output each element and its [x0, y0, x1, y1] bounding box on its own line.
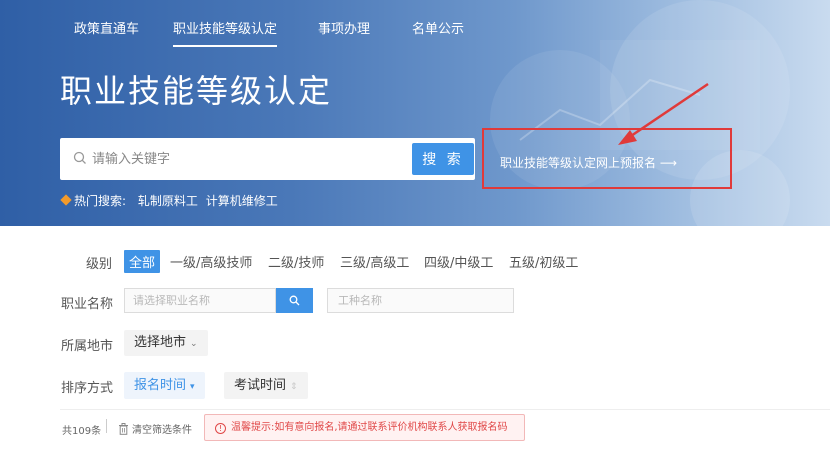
annotation-arrow	[618, 82, 709, 145]
search-icon	[289, 295, 300, 306]
trash-icon	[119, 423, 128, 435]
level-option-3[interactable]: 三级/高级工	[340, 252, 409, 271]
sort-label: 排序方式	[61, 381, 114, 396]
result-count: 共109条	[62, 426, 102, 437]
level-option-all[interactable]: 全部	[124, 250, 161, 273]
sort-by-registration-time[interactable]: 报名时间 ▾	[124, 372, 205, 399]
sort-option-label: 报名时间	[134, 378, 187, 393]
sort-by-exam-time[interactable]: 考试时间 ⇕	[224, 372, 308, 399]
sort-caret-icon: ⇕	[290, 382, 298, 392]
sort-option-label: 考试时间	[234, 378, 287, 393]
level-option-5[interactable]: 五级/初级工	[509, 252, 578, 271]
level-option-4[interactable]: 四级/中级工	[424, 252, 493, 271]
sort-caret-icon: ▾	[190, 382, 195, 392]
clear-filters-label: 清空筛选条件	[132, 425, 192, 436]
divider	[60, 409, 830, 410]
level-option-2[interactable]: 二级/技师	[268, 252, 324, 271]
divider	[106, 419, 107, 433]
job-name-input[interactable]	[124, 288, 276, 313]
chevron-down-icon: ⌄	[190, 339, 198, 349]
job-name-label: 职业名称	[61, 297, 114, 312]
city-select[interactable]: 选择地市 ⌄	[124, 330, 208, 356]
city-select-value: 选择地市	[134, 335, 187, 350]
clear-filters-button[interactable]: 清空筛选条件	[118, 421, 192, 436]
job-search-button[interactable]	[276, 288, 313, 313]
city-label: 所属地市	[61, 339, 114, 354]
trade-name-input[interactable]	[327, 288, 514, 313]
level-option-1[interactable]: 一级/高级技师	[170, 252, 252, 271]
notice-text: 温馨提示:如有意向报名,请通过联系评价机构联系人获取报名码	[231, 422, 508, 433]
info-icon: !	[215, 423, 226, 434]
level-filter-label: 级别	[86, 257, 113, 272]
registration-notice: ! 温馨提示:如有意向报名,请通过联系评价机构联系人获取报名码	[204, 414, 525, 441]
